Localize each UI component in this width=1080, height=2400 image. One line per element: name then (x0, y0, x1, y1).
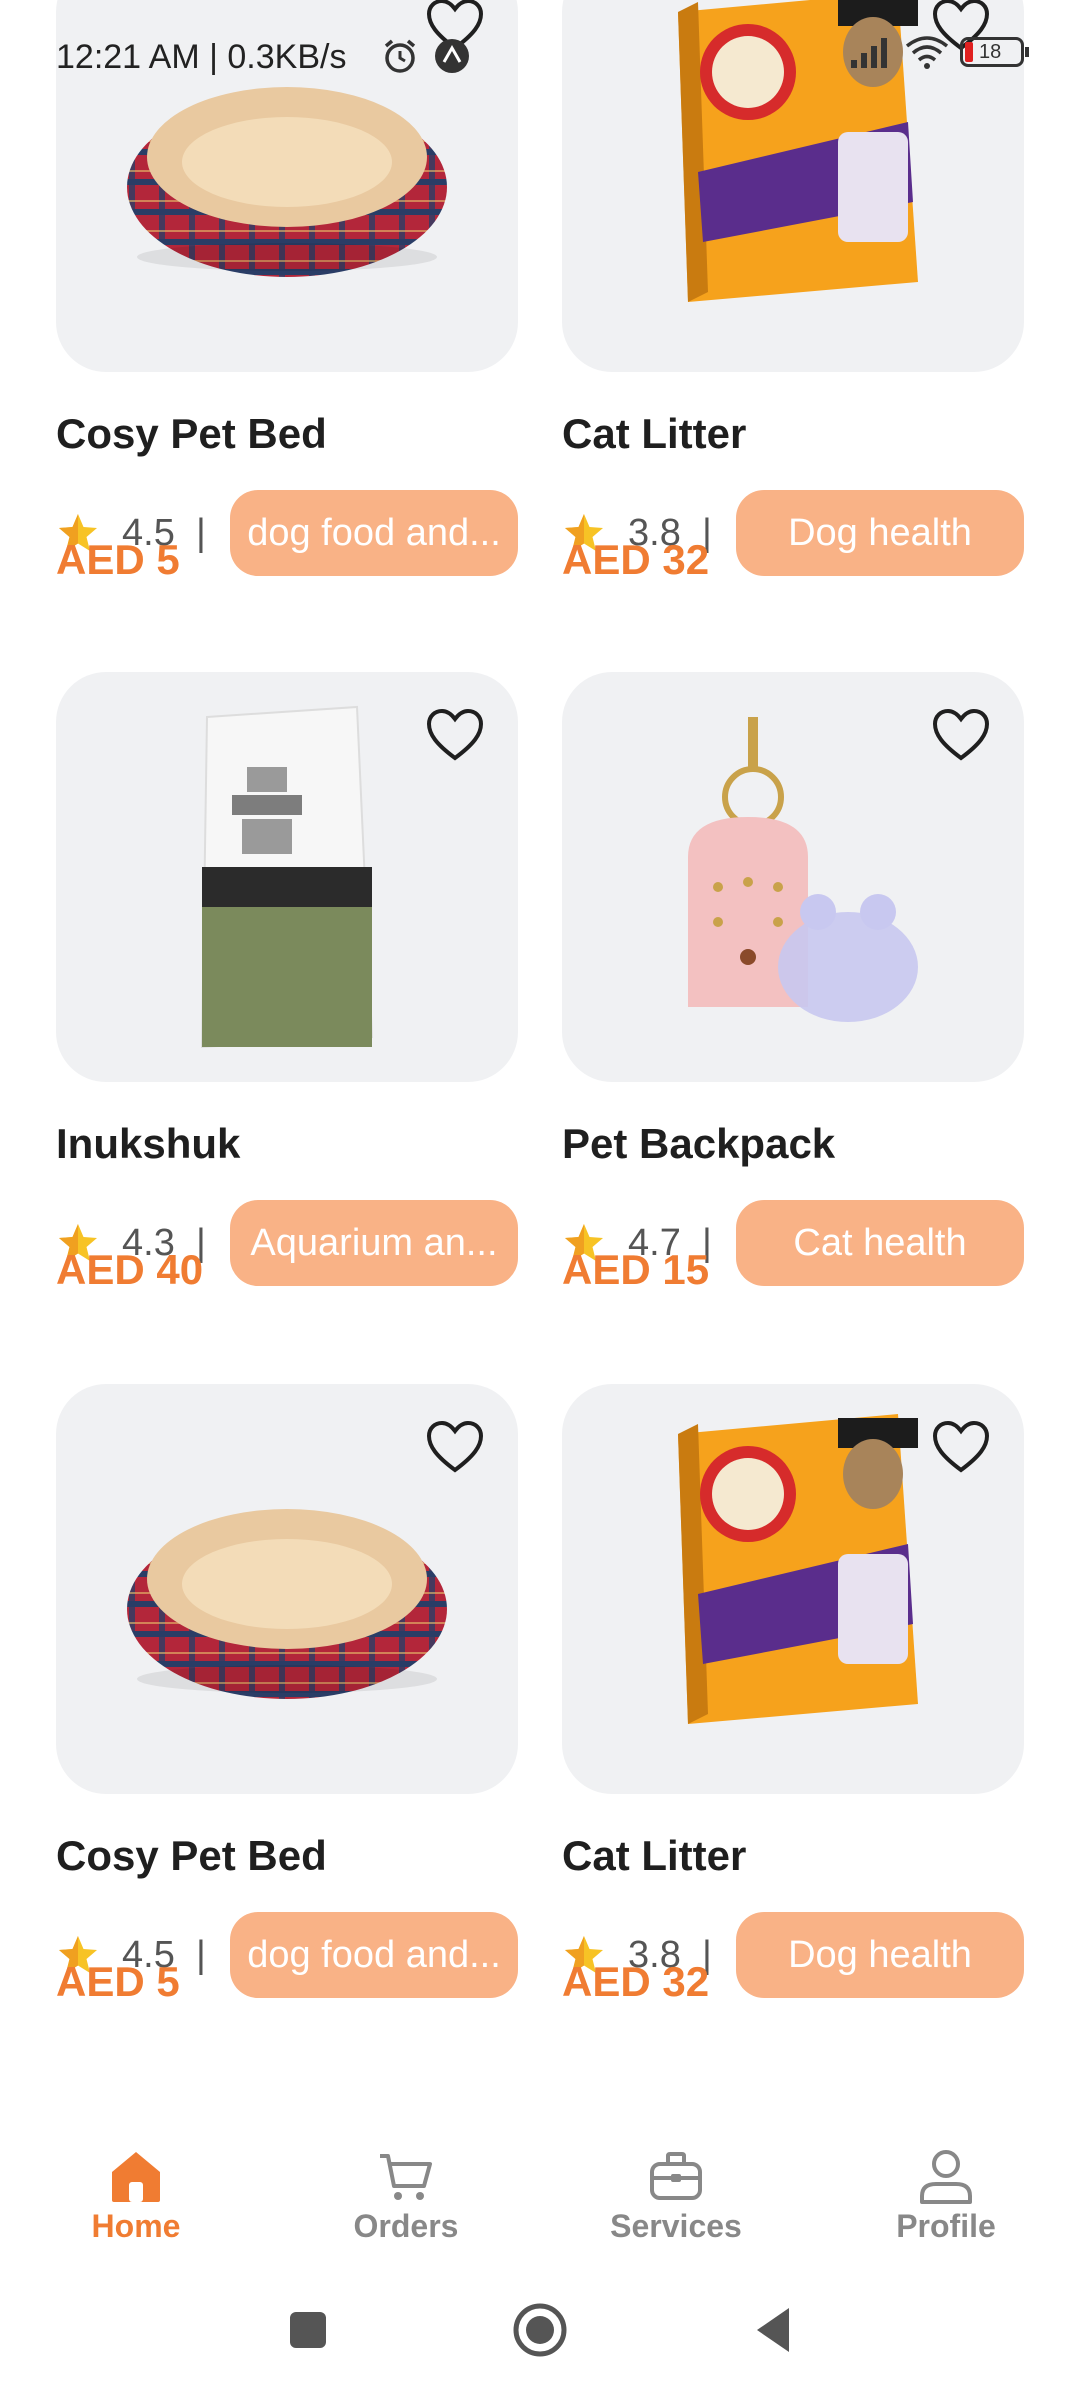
heart-icon[interactable] (932, 1420, 990, 1474)
app-notification-icon (435, 39, 470, 73)
nav-orders-label: Orders (353, 2208, 459, 2244)
pet-bed-image (127, 87, 447, 277)
home-icon (112, 2152, 160, 2202)
cart-icon (380, 2154, 432, 2200)
product-price: AED 5 (56, 1958, 180, 2005)
product-grid: Cosy Pet Bed 4.5 | dog food and... AED 5 (0, 0, 1080, 2080)
battery-icon: 18 (960, 37, 1029, 67)
status-time: 12:21 AM | 0.3KB/s (56, 38, 347, 76)
nav-orders[interactable]: Orders (306, 2146, 506, 2245)
status-icons-right: 18 (849, 34, 1029, 70)
product-price: AED 40 (56, 1246, 204, 1293)
dog-food-bag-image (200, 705, 374, 1049)
product-image-container[interactable] (562, 1384, 1024, 1794)
category-tag[interactable]: dog food and... (230, 1912, 518, 1998)
pet-bed-image (127, 1509, 447, 1699)
battery-cap (1025, 47, 1029, 57)
cat-litter-box-image (678, 1414, 918, 1724)
product-image-container[interactable] (56, 672, 518, 1082)
bottom-navigation: Home Orders Services Profile (0, 2090, 1080, 2260)
product-price: AED 32 (562, 1958, 710, 2005)
nav-home[interactable]: Home (36, 2146, 236, 2245)
back-button[interactable] (745, 2300, 805, 2360)
rating-separator: | (196, 512, 206, 554)
product-price: AED 32 (562, 536, 710, 583)
pet-backpack-image (688, 717, 918, 1022)
heart-icon[interactable] (932, 708, 990, 762)
nav-profile-label: Profile (896, 2208, 996, 2244)
nav-services[interactable]: Services (576, 2146, 776, 2245)
status-icons-left (380, 36, 472, 76)
product-name: Pet Backpack (562, 1120, 836, 1167)
battery-level-fill (965, 42, 973, 62)
product-price: AED 5 (56, 536, 180, 583)
category-tag[interactable]: Dog health (736, 1912, 1024, 1998)
home-button[interactable] (510, 2300, 570, 2360)
category-tag[interactable]: Dog health (736, 490, 1024, 576)
product-name: Inukshuk (56, 1120, 241, 1167)
nav-home-label: Home (91, 2208, 181, 2244)
user-icon (920, 2150, 972, 2204)
product-name: Cat Litter (562, 1832, 747, 1879)
heart-icon[interactable] (426, 708, 484, 762)
nav-services-label: Services (610, 2208, 742, 2244)
product-image-container[interactable] (56, 1384, 518, 1794)
rating-separator: | (196, 1934, 206, 1976)
category-tag[interactable]: Cat health (736, 1200, 1024, 1286)
system-navigation-bar (0, 2260, 1080, 2400)
product-image-container[interactable] (562, 672, 1024, 1082)
briefcase-icon (650, 2152, 702, 2200)
product-name: Cosy Pet Bed (56, 410, 327, 457)
product-name: Cat Litter (562, 410, 747, 457)
product-name: Cosy Pet Bed (56, 1832, 327, 1879)
product-price: AED 15 (562, 1246, 710, 1293)
battery-level-text: 18 (979, 41, 1002, 63)
category-tag[interactable]: dog food and... (230, 490, 518, 576)
recents-button[interactable] (278, 2300, 338, 2360)
signal-icon (851, 38, 888, 68)
wifi-icon (905, 36, 948, 69)
alarm-icon (384, 39, 416, 73)
heart-icon[interactable] (426, 1420, 484, 1474)
nav-profile[interactable]: Profile (846, 2146, 1046, 2245)
category-tag[interactable]: Aquarium an... (230, 1200, 518, 1286)
app-screen: Cosy Pet Bed 4.5 | dog food and... AED 5 (0, 0, 1080, 2400)
